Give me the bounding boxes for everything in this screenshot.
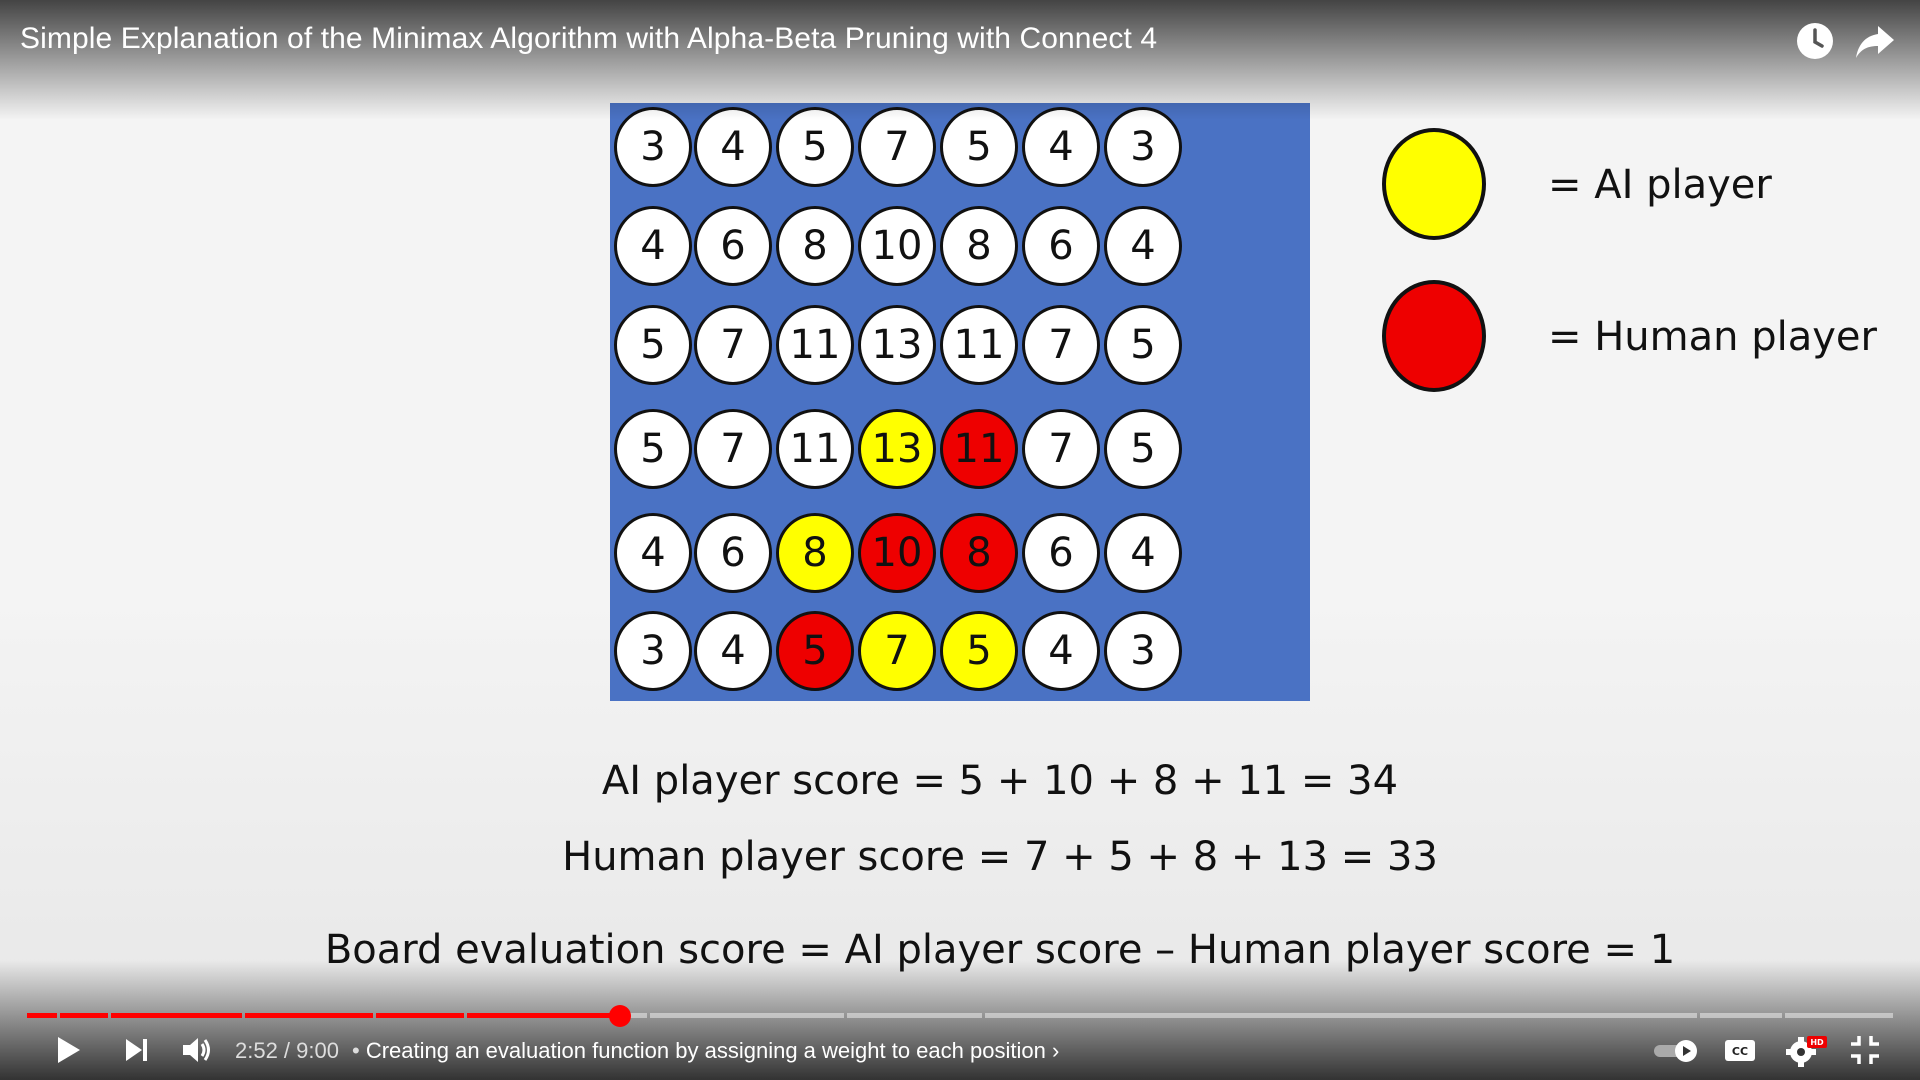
board-cell: 4 [614, 206, 692, 286]
progress-segment[interactable] [1785, 1013, 1893, 1018]
watch-later-icon[interactable] [1792, 18, 1838, 64]
board-cell: 5 [614, 305, 692, 385]
progress-segment[interactable] [650, 1013, 844, 1018]
progress-segment[interactable] [985, 1013, 1697, 1018]
progress-played-segment [111, 1013, 242, 1018]
chapter-label: Creating an evaluation function by assig… [365, 1038, 1046, 1063]
progress-played-segment [467, 1013, 621, 1018]
legend-human-disc [1382, 280, 1486, 392]
share-icon[interactable] [1852, 18, 1898, 64]
chapter-title[interactable]: • Creating an evaluation function by ass… [352, 1038, 1059, 1064]
board-cell: 6 [694, 513, 772, 593]
video-frame[interactable]: 3 4 5 7 5 4 3 4 6 8 10 8 6 4 5 7 11 13 11 7 5 5 7 11 13 11 7 5 4 6 8 10… [0, 0, 1920, 1080]
board-cell: 5 [940, 611, 1018, 691]
board-cell: 10 [858, 206, 936, 286]
chapter-arrow-icon: › [1051, 1038, 1060, 1063]
board-cell: 8 [940, 513, 1018, 593]
video-title[interactable]: Simple Explanation of the Minimax Algori… [20, 22, 1157, 56]
board-cell: 8 [940, 206, 1018, 286]
legend-ai-disc [1382, 128, 1486, 240]
board-cell: 11 [940, 305, 1018, 385]
board-cell: 11 [940, 409, 1018, 489]
board-cell: 4 [1104, 206, 1182, 286]
connect4-board: 3 4 5 7 5 4 3 4 6 8 10 8 6 4 5 7 11 13 11 7 5 5 7 11 13 11 7 5 4 6 8 10… [610, 103, 1310, 701]
board-cell: 6 [1022, 206, 1100, 286]
legend-human-label: = Human player [1548, 314, 1877, 360]
settings-hd-icon[interactable]: HD [1783, 1030, 1831, 1070]
board-cell: 11 [776, 305, 854, 385]
board-cell: 3 [614, 611, 692, 691]
board-cell: 5 [1104, 305, 1182, 385]
board-cell: 10 [858, 513, 936, 593]
chapter-separator: • [352, 1038, 360, 1063]
board-cell: 4 [614, 513, 692, 593]
progress-played-segment [245, 1013, 373, 1018]
board-cell: 7 [694, 409, 772, 489]
board-cell: 13 [858, 305, 936, 385]
board-cell: 11 [776, 409, 854, 489]
board-cell: 4 [694, 611, 772, 691]
progress-played-segment [27, 1013, 57, 1018]
time-display: 2:52 / 9:00 [235, 1038, 339, 1063]
captions-icon[interactable]: CC [1720, 1030, 1760, 1070]
board-cell: 8 [776, 206, 854, 286]
progress-played-segment [376, 1013, 464, 1018]
board-cell: 3 [1104, 611, 1182, 691]
title-bar [0, 0, 1920, 120]
board-cell: 8 [776, 513, 854, 593]
progress-bar[interactable] [27, 1013, 1893, 1018]
progress-played-segment [60, 1013, 108, 1018]
progress-segment[interactable] [847, 1013, 982, 1018]
board-cell: 4 [1104, 513, 1182, 593]
human-score-text: Human player score = 7 + 5 + 8 + 13 = 33 [562, 834, 1438, 880]
board-cell: 5 [776, 611, 854, 691]
svg-text:HD: HD [1810, 1038, 1824, 1047]
board-cell: 6 [694, 206, 772, 286]
board-cell: 13 [858, 409, 936, 489]
autoplay-toggle-icon[interactable] [1652, 1030, 1702, 1070]
board-cell: 6 [1022, 513, 1100, 593]
svg-text:CC: CC [1732, 1045, 1748, 1058]
ai-score-text: AI player score = 5 + 10 + 8 + 11 = 34 [601, 758, 1399, 804]
volume-icon[interactable] [177, 1030, 217, 1070]
play-icon[interactable] [48, 1030, 88, 1070]
board-cell: 7 [858, 611, 936, 691]
board-cell: 7 [1022, 409, 1100, 489]
legend-ai-label: = AI player [1548, 162, 1772, 208]
board-cell: 4 [1022, 611, 1100, 691]
board-cell: 5 [614, 409, 692, 489]
exit-fullscreen-icon[interactable] [1845, 1030, 1885, 1070]
progress-segment[interactable] [1700, 1013, 1782, 1018]
board-cell: 7 [1022, 305, 1100, 385]
board-cell: 7 [694, 305, 772, 385]
board-cell: 5 [1104, 409, 1182, 489]
next-icon[interactable] [117, 1030, 157, 1070]
